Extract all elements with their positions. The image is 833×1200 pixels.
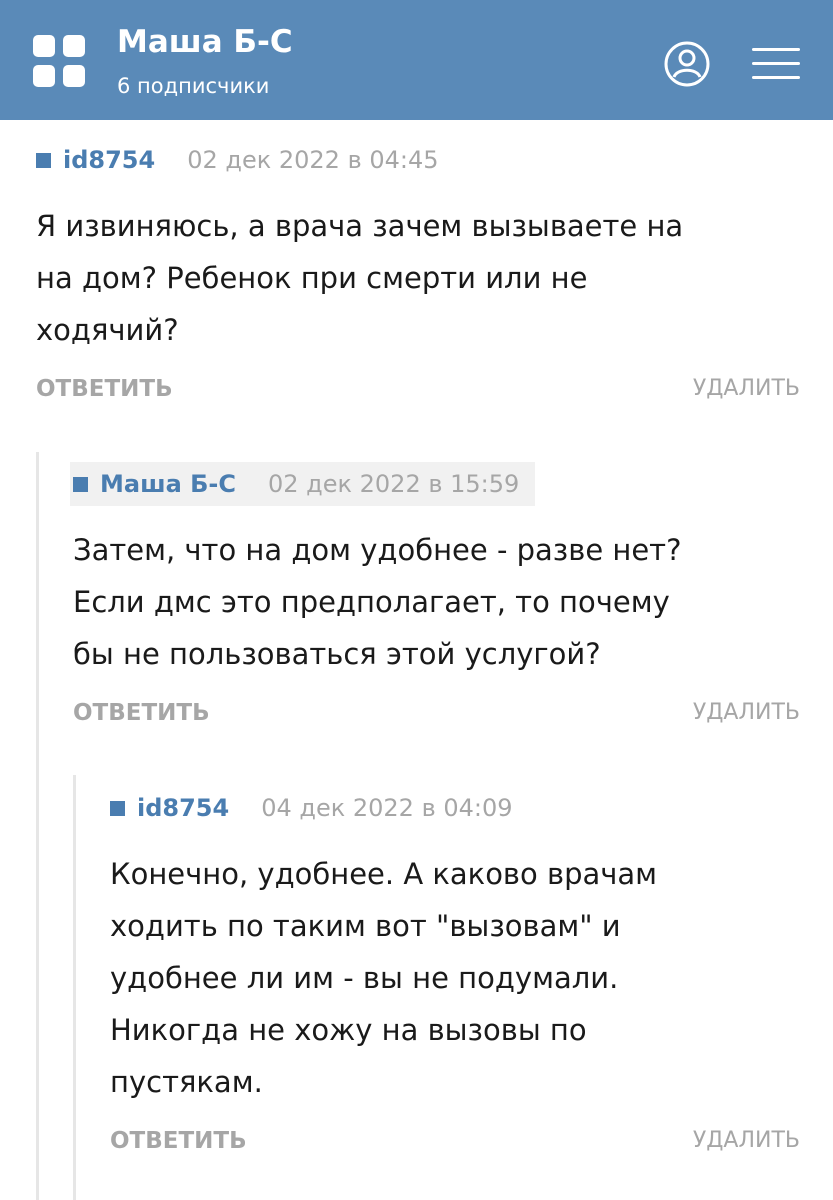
subscriber-count: 6 подписчики: [117, 74, 270, 98]
author-square-icon: [36, 152, 51, 168]
comment-date: 02 дек 2022 в 15:59: [267, 470, 520, 498]
comment-actions: ОТВЕТИТЬ УДАЛИТЬ: [110, 1128, 800, 1168]
comment-meta: id8754 02 дек 2022 в 04:45: [36, 138, 800, 182]
comment-text: Конечно, удобнее. А каково врачам ходить…: [110, 857, 658, 1099]
grid-logo-icon[interactable]: [33, 35, 85, 87]
comment-author[interactable]: id8754: [137, 794, 229, 822]
comment-author[interactable]: Маша Б-С: [100, 470, 236, 498]
author-square-icon: [110, 800, 125, 816]
channel-header: Маша Б-С 6 подписчики: [0, 0, 833, 120]
user-profile-icon[interactable]: [664, 41, 710, 87]
hamburger-menu-icon[interactable]: [752, 44, 800, 82]
comment-meta: id8754 04 дек 2022 в 04:09: [110, 786, 800, 830]
comment-text: Затем, что на дом удобнее - разве нет? Е…: [73, 533, 682, 671]
comment: id8754 02 дек 2022 в 04:45 Я извиняюсь, …: [36, 138, 800, 416]
delete-button[interactable]: УДАЛИТЬ: [693, 376, 800, 401]
comment-meta: Маша Б-С 02 дек 2022 в 15:59: [70, 462, 536, 506]
reply-button[interactable]: ОТВЕТИТЬ: [73, 700, 210, 726]
thread-line: [36, 452, 39, 1200]
comment-actions: ОТВЕТИТЬ УДАЛИТЬ: [73, 700, 800, 740]
reply-button[interactable]: ОТВЕТИТЬ: [110, 1128, 247, 1154]
author-square-icon: [73, 476, 88, 492]
comment-date: 04 дек 2022 в 04:09: [261, 794, 513, 822]
delete-button[interactable]: УДАЛИТЬ: [693, 1128, 800, 1153]
comment-date: 02 дек 2022 в 04:45: [187, 146, 439, 174]
comment-text: Я извиняюсь, а врача зачем вызываете на …: [36, 209, 684, 347]
thread-line: [73, 775, 76, 1200]
comment: Маша Б-С 02 дек 2022 в 15:59 Затем, что …: [70, 462, 800, 740]
channel-name[interactable]: Маша Б-С: [117, 24, 293, 60]
comment: id8754 04 дек 2022 в 04:09 Конечно, удоб…: [110, 786, 800, 1168]
comment-author[interactable]: id8754: [63, 146, 155, 174]
comment-actions: ОТВЕТИТЬ УДАЛИТЬ: [36, 376, 800, 416]
delete-button[interactable]: УДАЛИТЬ: [693, 700, 800, 725]
reply-button[interactable]: ОТВЕТИТЬ: [36, 376, 173, 402]
